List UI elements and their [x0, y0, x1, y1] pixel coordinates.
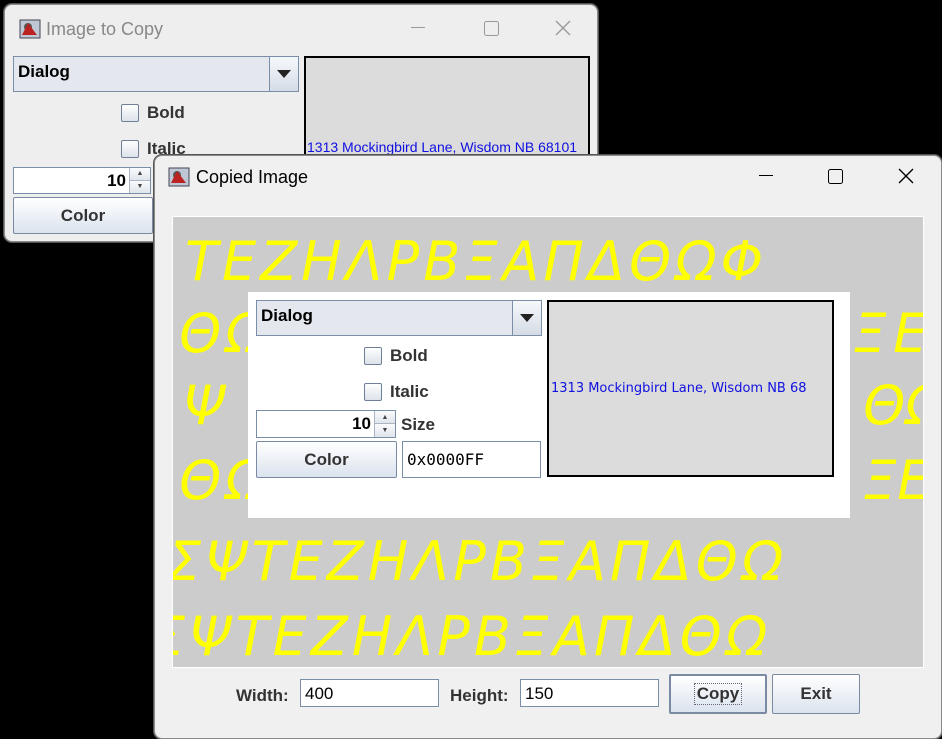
glyph-row: ΞΕ	[863, 449, 923, 512]
color-button[interactable]: Color	[256, 441, 397, 478]
bold-checkbox[interactable]: Bold	[364, 346, 428, 366]
glyph-row: ΣΨΤΕΖΗΛΡΒΞΑΠΔΘΩ	[173, 605, 771, 667]
window-title: Image to Copy	[46, 19, 164, 39]
height-value: 150	[525, 684, 554, 703]
font-combo[interactable]: Dialog	[256, 300, 542, 336]
glyph-row: ΤΕΖΗΛΡΒΞΑΠΔΘΩΦ	[185, 230, 767, 293]
window-title: Copied Image	[196, 167, 309, 187]
dropdown-arrow-icon[interactable]	[512, 301, 541, 335]
color-button[interactable]: Color	[13, 197, 153, 234]
java-app-icon	[168, 167, 190, 187]
maximize-icon	[483, 20, 499, 36]
font-combo[interactable]: Dialog	[13, 56, 299, 92]
height-field[interactable]: 150	[520, 679, 659, 707]
color-button-label: Color	[304, 449, 349, 469]
size-label: Size	[401, 415, 436, 434]
minimize-button[interactable]	[401, 13, 435, 43]
checkbox-box[interactable]	[364, 383, 382, 401]
title-bar[interactable]: Copied Image	[155, 156, 941, 200]
minimize-button[interactable]	[749, 161, 783, 191]
preview-text: 1313 Mockingbird Lane, Wisdom NB 68	[551, 381, 807, 396]
italic-label: Italic	[390, 382, 429, 401]
minimize-icon	[411, 27, 425, 28]
size-spinner[interactable]: 10 ▲ ▼	[256, 410, 396, 438]
close-icon	[898, 168, 914, 184]
width-field[interactable]: 400	[300, 679, 439, 707]
preview-panel: 1313 Mockingbird Lane, Wisdom NB 68101	[304, 56, 590, 166]
color-button-label: Color	[60, 205, 106, 225]
copy-button[interactable]: Copy	[669, 674, 767, 714]
glyph-row: ΞΕ	[853, 302, 923, 365]
spinner-up-icon[interactable]: ▲	[375, 411, 395, 424]
glyph-row: ΣΨΤΕΖΗΛΡΒΞΑΠΔΘΩ	[173, 530, 787, 593]
minimize-icon	[759, 175, 773, 176]
glyph-row: ΘΩ	[863, 374, 923, 437]
bold-label: Bold	[147, 103, 185, 122]
spinner-up-icon[interactable]: ▲	[130, 168, 150, 181]
exit-button-label: Exit	[800, 684, 832, 703]
checkbox-box[interactable]	[364, 347, 382, 365]
font-combo-value: Dialog	[261, 306, 313, 325]
italic-checkbox[interactable]: Italic	[364, 382, 429, 402]
color-value: 0x0000FF	[407, 450, 485, 469]
size-spinner[interactable]: 10 ▲ ▼	[13, 167, 151, 194]
maximize-button[interactable]	[474, 13, 508, 43]
image-canvas: ΤΕΖΗΛΡΒΞΑΠΔΘΩΦ ΘΩ Ψ ΘΩ ΞΕ ΘΩ ΞΕ ΣΨΤΕΖΗΛΡ…	[172, 216, 924, 668]
spinner-down-icon[interactable]: ▼	[130, 180, 150, 193]
color-value-field[interactable]: 0x0000FF	[402, 441, 541, 478]
spinner-down-icon[interactable]: ▼	[375, 424, 395, 437]
size-value: 10	[107, 171, 126, 190]
exit-button[interactable]: Exit	[772, 674, 860, 714]
java-app-icon	[19, 19, 41, 39]
title-bar[interactable]: Image to Copy	[5, 5, 597, 49]
copied-panel: Dialog Bold Italic 10 ▲ ▼ Size Color 0x0…	[248, 292, 850, 518]
copy-button-label: Copy	[693, 683, 743, 705]
height-label: Height:	[450, 686, 509, 705]
checkbox-box[interactable]	[121, 140, 139, 158]
glyph-row: Ψ	[183, 374, 227, 437]
maximize-button[interactable]	[818, 161, 852, 191]
bold-checkbox[interactable]: Bold	[121, 103, 185, 123]
close-button[interactable]	[889, 161, 923, 191]
preview-panel: 1313 Mockingbird Lane, Wisdom NB 68	[547, 300, 834, 477]
font-combo-value: Dialog	[18, 62, 70, 81]
size-value: 10	[352, 414, 371, 433]
preview-text: 1313 Mockingbird Lane, Wisdom NB 68101	[307, 139, 578, 155]
width-value: 400	[305, 684, 334, 703]
maximize-icon	[827, 168, 843, 184]
dropdown-arrow-icon[interactable]	[269, 57, 298, 91]
close-icon	[555, 20, 571, 36]
copied-image-window: Copied Image ΤΕΖΗΛΡΒΞΑΠΔΘΩΦ ΘΩ Ψ ΘΩ ΞΕ Θ…	[154, 155, 942, 739]
bold-label: Bold	[390, 346, 428, 365]
close-button[interactable]	[546, 13, 580, 43]
checkbox-box[interactable]	[121, 104, 139, 122]
width-label: Width:	[236, 686, 289, 705]
